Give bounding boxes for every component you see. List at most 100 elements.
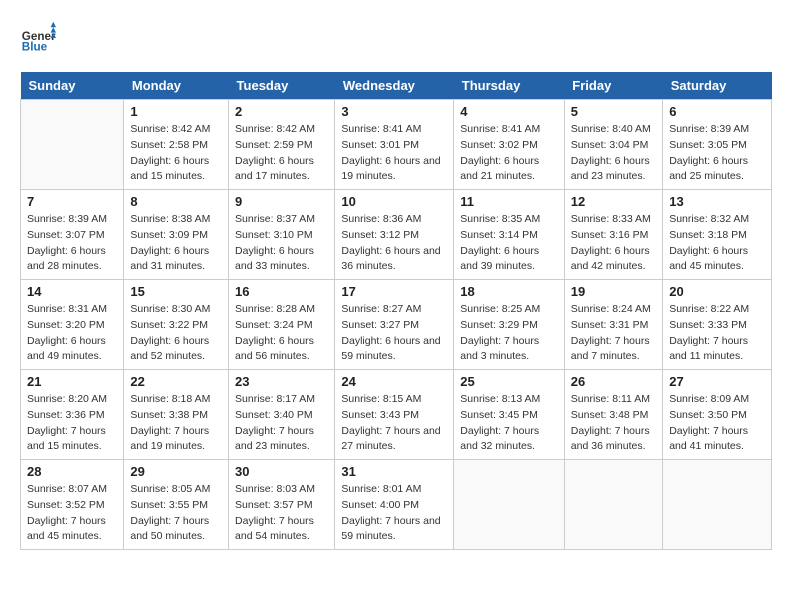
day-number: 19 (571, 284, 656, 299)
calendar-week-3: 14 Sunrise: 8:31 AMSunset: 3:20 PMDayligh… (21, 280, 772, 370)
calendar-cell: 17 Sunrise: 8:27 AMSunset: 3:27 PMDayligh… (335, 280, 454, 370)
calendar-header-row: SundayMondayTuesdayWednesdayThursdayFrid… (21, 72, 772, 100)
day-number: 24 (341, 374, 447, 389)
calendar-cell: 25Sunrise: 8:13 AMSunset: 3:45 PMDayligh… (454, 370, 565, 460)
logo: General Blue (20, 20, 58, 56)
svg-text:Blue: Blue (22, 41, 48, 54)
calendar-cell: 2 Sunrise: 8:42 AMSunset: 2:59 PMDaylight… (229, 100, 335, 190)
day-number: 8 (130, 194, 222, 209)
day-number: 7 (27, 194, 117, 209)
day-number: 26 (571, 374, 656, 389)
weekday-header-tuesday: Tuesday (229, 72, 335, 100)
calendar-week-1: 1 Sunrise: 8:42 AMSunset: 2:58 PMDaylight… (21, 100, 772, 190)
day-info: Sunrise: 8:33 AMSunset: 3:16 PMDaylight:… (571, 212, 656, 275)
calendar-cell: 9Sunrise: 8:37 AMSunset: 3:10 PMDaylight… (229, 190, 335, 280)
day-number: 22 (130, 374, 222, 389)
day-number: 6 (669, 104, 765, 119)
calendar-cell: 7 Sunrise: 8:39 AMSunset: 3:07 PMDaylight… (21, 190, 124, 280)
day-info: Sunrise: 8:07 AMSunset: 3:52 PMDaylight:… (27, 482, 117, 545)
day-info: Sunrise: 8:42 AMSunset: 2:59 PMDaylight:… (235, 122, 328, 185)
calendar-cell: 31Sunrise: 8:01 AMSunset: 4:00 PMDayligh… (335, 460, 454, 550)
day-number: 21 (27, 374, 117, 389)
calendar-cell (564, 460, 662, 550)
day-info: Sunrise: 8:03 AMSunset: 3:57 PMDaylight:… (235, 482, 328, 545)
calendar-cell: 22 Sunrise: 8:18 AMSunset: 3:38 PMDayligh… (124, 370, 229, 460)
weekday-header-monday: Monday (124, 72, 229, 100)
day-number: 29 (130, 464, 222, 479)
day-number: 17 (341, 284, 447, 299)
day-info: Sunrise: 8:36 AMSunset: 3:12 PMDaylight:… (341, 212, 447, 275)
day-number: 23 (235, 374, 328, 389)
day-info: Sunrise: 8:17 AMSunset: 3:40 PMDaylight:… (235, 392, 328, 455)
calendar-cell: 14 Sunrise: 8:31 AMSunset: 3:20 PMDayligh… (21, 280, 124, 370)
day-info: Sunrise: 8:28 AMSunset: 3:24 PMDaylight:… (235, 302, 328, 365)
day-number: 18 (460, 284, 558, 299)
day-info: Sunrise: 8:22 AMSunset: 3:33 PMDaylight:… (669, 302, 765, 365)
day-info: Sunrise: 8:20 AMSunset: 3:36 PMDaylight:… (27, 392, 117, 455)
weekday-header-wednesday: Wednesday (335, 72, 454, 100)
day-number: 12 (571, 194, 656, 209)
day-info: Sunrise: 8:41 AMSunset: 3:01 PMDaylight:… (341, 122, 447, 185)
logo-icon: General Blue (20, 20, 56, 56)
weekday-header-sunday: Sunday (21, 72, 124, 100)
weekday-header-friday: Friday (564, 72, 662, 100)
calendar-cell: 4 Sunrise: 8:41 AMSunset: 3:02 PMDaylight… (454, 100, 565, 190)
calendar-cell: 19 Sunrise: 8:24 AMSunset: 3:31 PMDayligh… (564, 280, 662, 370)
day-info: Sunrise: 8:41 AMSunset: 3:02 PMDaylight:… (460, 122, 558, 185)
calendar-cell: 5 Sunrise: 8:40 AMSunset: 3:04 PMDaylight… (564, 100, 662, 190)
calendar-cell (454, 460, 565, 550)
day-number: 3 (341, 104, 447, 119)
day-info: Sunrise: 8:11 AMSunset: 3:48 PMDaylight:… (571, 392, 656, 455)
day-info: Sunrise: 8:05 AMSunset: 3:55 PMDaylight:… (130, 482, 222, 545)
day-number: 20 (669, 284, 765, 299)
day-number: 14 (27, 284, 117, 299)
weekday-header-saturday: Saturday (663, 72, 772, 100)
calendar-cell: 8Sunrise: 8:38 AMSunset: 3:09 PMDaylight… (124, 190, 229, 280)
calendar-cell: 15Sunrise: 8:30 AMSunset: 3:22 PMDayligh… (124, 280, 229, 370)
day-info: Sunrise: 8:18 AMSunset: 3:38 PMDaylight:… (130, 392, 222, 455)
day-info: Sunrise: 8:09 AMSunset: 3:50 PMDaylight:… (669, 392, 765, 455)
calendar-cell: 11 Sunrise: 8:35 AMSunset: 3:14 PMDayligh… (454, 190, 565, 280)
day-info: Sunrise: 8:37 AMSunset: 3:10 PMDaylight:… (235, 212, 328, 275)
day-info: Sunrise: 8:39 AMSunset: 3:07 PMDaylight:… (27, 212, 117, 275)
calendar-cell: 30 Sunrise: 8:03 AMSunset: 3:57 PMDayligh… (229, 460, 335, 550)
calendar-cell: 10 Sunrise: 8:36 AMSunset: 3:12 PMDayligh… (335, 190, 454, 280)
calendar-cell: 28 Sunrise: 8:07 AMSunset: 3:52 PMDayligh… (21, 460, 124, 550)
calendar-week-2: 7 Sunrise: 8:39 AMSunset: 3:07 PMDaylight… (21, 190, 772, 280)
calendar-cell: 27 Sunrise: 8:09 AMSunset: 3:50 PMDayligh… (663, 370, 772, 460)
day-number: 11 (460, 194, 558, 209)
day-number: 15 (130, 284, 222, 299)
page-header: General Blue (20, 20, 772, 56)
day-number: 5 (571, 104, 656, 119)
calendar-week-4: 21 Sunrise: 8:20 AMSunset: 3:36 PMDayligh… (21, 370, 772, 460)
calendar-cell: 21 Sunrise: 8:20 AMSunset: 3:36 PMDayligh… (21, 370, 124, 460)
day-info: Sunrise: 8:24 AMSunset: 3:31 PMDaylight:… (571, 302, 656, 365)
day-number: 16 (235, 284, 328, 299)
day-info: Sunrise: 8:42 AMSunset: 2:58 PMDaylight:… (130, 122, 222, 185)
calendar-week-5: 28 Sunrise: 8:07 AMSunset: 3:52 PMDayligh… (21, 460, 772, 550)
day-number: 4 (460, 104, 558, 119)
day-number: 28 (27, 464, 117, 479)
day-info: Sunrise: 8:40 AMSunset: 3:04 PMDaylight:… (571, 122, 656, 185)
day-info: Sunrise: 8:27 AMSunset: 3:27 PMDaylight:… (341, 302, 447, 365)
day-info: Sunrise: 8:32 AMSunset: 3:18 PMDaylight:… (669, 212, 765, 275)
day-info: Sunrise: 8:31 AMSunset: 3:20 PMDaylight:… (27, 302, 117, 365)
calendar-cell: 6Sunrise: 8:39 AMSunset: 3:05 PMDaylight… (663, 100, 772, 190)
calendar-body: 1 Sunrise: 8:42 AMSunset: 2:58 PMDaylight… (21, 100, 772, 550)
day-number: 25 (460, 374, 558, 389)
calendar-cell (21, 100, 124, 190)
calendar-cell: 29 Sunrise: 8:05 AMSunset: 3:55 PMDayligh… (124, 460, 229, 550)
day-info: Sunrise: 8:25 AMSunset: 3:29 PMDaylight:… (460, 302, 558, 365)
day-info: Sunrise: 8:01 AMSunset: 4:00 PMDaylight:… (341, 482, 447, 545)
day-number: 10 (341, 194, 447, 209)
day-info: Sunrise: 8:15 AMSunset: 3:43 PMDaylight:… (341, 392, 447, 455)
day-number: 1 (130, 104, 222, 119)
day-number: 30 (235, 464, 328, 479)
calendar-cell: 13Sunrise: 8:32 AMSunset: 3:18 PMDayligh… (663, 190, 772, 280)
day-number: 2 (235, 104, 328, 119)
weekday-header-thursday: Thursday (454, 72, 565, 100)
calendar-cell: 16 Sunrise: 8:28 AMSunset: 3:24 PMDayligh… (229, 280, 335, 370)
day-info: Sunrise: 8:35 AMSunset: 3:14 PMDaylight:… (460, 212, 558, 275)
calendar-cell: 3 Sunrise: 8:41 AMSunset: 3:01 PMDaylight… (335, 100, 454, 190)
day-number: 27 (669, 374, 765, 389)
